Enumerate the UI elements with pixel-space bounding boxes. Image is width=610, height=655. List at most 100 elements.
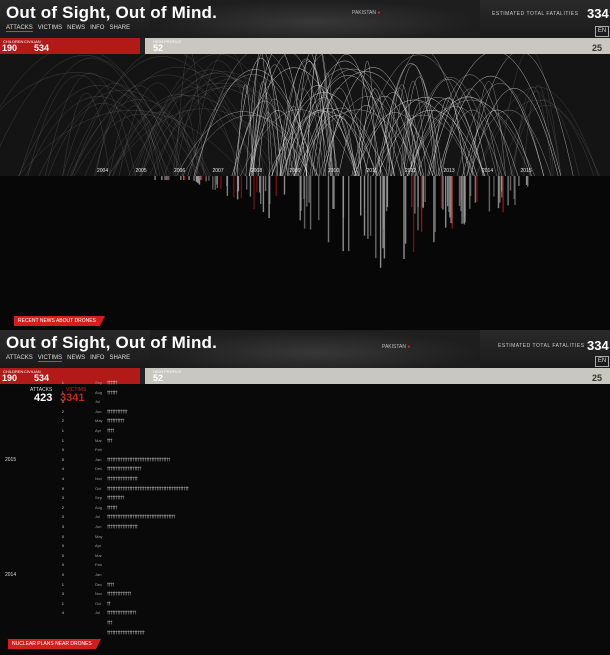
attack-bar[interactable] <box>502 176 504 213</box>
victim-month-row[interactable]: 2 Jun †††††††††††† <box>0 409 610 415</box>
nav-share[interactable]: SHARE <box>109 355 130 362</box>
attack-bar[interactable] <box>327 176 330 243</box>
nav-share[interactable]: SHARE <box>109 25 130 32</box>
victim-month-row[interactable]: 0 Mar <box>0 553 610 559</box>
nav-news[interactable]: NEWS <box>67 25 85 32</box>
attack-bar[interactable] <box>379 176 382 268</box>
attack-bar[interactable] <box>212 176 214 190</box>
victim-month-row[interactable]: 0 May <box>0 534 610 540</box>
attack-bar[interactable] <box>161 176 163 180</box>
attack-bar[interactable] <box>451 176 453 229</box>
attack-bar[interactable] <box>424 176 426 202</box>
attack-bar[interactable] <box>449 176 451 218</box>
victim-month-row[interactable]: 2014 0 Jan <box>0 572 610 578</box>
victim-month-row[interactable]: 2015 5 Jan ††††††††††††††††††††††††††††††††… <box>0 457 610 463</box>
victim-month-row[interactable]: 1 Sep †††††† <box>0 380 610 386</box>
attack-bar[interactable] <box>460 176 462 212</box>
victim-month-row[interactable]: 1 Apr †††† <box>0 428 610 434</box>
attack-bar[interactable] <box>216 176 219 188</box>
attack-bar[interactable] <box>253 176 255 209</box>
attack-bar[interactable] <box>367 176 369 239</box>
attack-bar[interactable] <box>264 176 267 192</box>
victim-month-row[interactable]: 0 Jul <box>0 399 610 405</box>
attack-bar[interactable] <box>214 176 216 190</box>
attack-bar[interactable] <box>240 176 243 198</box>
victim-month-row[interactable]: 4 Dec †††††††††††††††††††† <box>0 466 610 472</box>
attack-bar[interactable] <box>525 176 528 185</box>
attack-bar[interactable] <box>342 176 345 218</box>
victim-month-row[interactable]: 3 Sep †††††††††† <box>0 495 610 501</box>
attack-bar[interactable] <box>403 176 405 259</box>
victim-month-row[interactable]: 1 Oct †† <box>0 601 610 607</box>
attack-bar[interactable] <box>476 176 478 202</box>
attack-bar[interactable] <box>501 176 503 198</box>
attack-bar[interactable] <box>474 176 477 203</box>
attack-bar[interactable] <box>249 176 252 197</box>
attack-bar[interactable] <box>383 176 386 259</box>
victim-month-row[interactable]: 0 Feb <box>0 447 610 453</box>
victim-month-row[interactable]: 4 Jul ††††††††††††††††† <box>0 610 610 616</box>
victim-month-row[interactable]: 3 Jul ††††††††††††††††††††††††††††††††††††… <box>0 514 610 520</box>
attack-bar[interactable] <box>233 176 235 198</box>
attack-bar[interactable] <box>308 176 310 203</box>
nav-victims[interactable]: VICTIMS <box>37 355 63 362</box>
nav-attacks[interactable]: ATTACKS <box>6 355 33 362</box>
attack-bar[interactable] <box>260 176 262 204</box>
victim-month-row[interactable]: 3 Nov †††††††††††††† <box>0 591 610 597</box>
attack-bar[interactable] <box>518 176 520 186</box>
attack-bar[interactable] <box>275 176 277 196</box>
attack-bar[interactable] <box>360 176 362 216</box>
attack-bar[interactable] <box>208 176 210 181</box>
attack-bar[interactable] <box>499 176 501 203</box>
attack-bar[interactable] <box>488 176 491 212</box>
attack-bar[interactable] <box>414 176 416 214</box>
attack-bar[interactable] <box>421 176 423 211</box>
attack-bar[interactable] <box>412 176 415 252</box>
attack-bar[interactable] <box>375 176 377 259</box>
nav-news[interactable]: NEWS <box>67 355 85 362</box>
victim-month-row[interactable]: 4 Nov †††††††††††††††††† <box>0 476 610 482</box>
attack-bar[interactable] <box>509 176 512 191</box>
attack-bar[interactable] <box>188 176 190 180</box>
attack-bar[interactable] <box>193 176 195 181</box>
attack-bar[interactable] <box>226 176 229 196</box>
attack-bar[interactable] <box>348 176 350 251</box>
attack-bar[interactable] <box>433 176 435 243</box>
nuclear-plans-tab[interactable]: NUCLEAR PLANS NEAR DRONES <box>8 639 101 649</box>
attack-bar[interactable] <box>300 176 302 211</box>
attack-bar[interactable] <box>458 176 461 206</box>
attack-bar[interactable] <box>469 176 471 209</box>
attack-bar[interactable] <box>237 176 240 192</box>
attack-bar[interactable] <box>440 176 443 208</box>
attack-bar[interactable] <box>464 176 466 216</box>
victim-month-row[interactable]: 3 Jun †††††††††††††††††† <box>0 524 610 530</box>
attack-bar[interactable] <box>404 176 407 244</box>
victim-month-row[interactable]: 1 Aug †††††† <box>0 390 610 396</box>
attack-bar[interactable] <box>422 176 424 208</box>
attack-bar[interactable] <box>166 176 168 180</box>
recent-news-tab[interactable]: RECENT NEWS ABOUT DRONES <box>14 316 105 326</box>
attack-bar[interactable] <box>168 176 170 180</box>
attack-bar[interactable] <box>513 176 515 199</box>
attack-bar[interactable] <box>262 176 265 213</box>
attack-bar[interactable] <box>256 176 258 193</box>
nav-info[interactable]: INFO <box>90 25 104 32</box>
victim-month-row[interactable]: 9 Oct ††††††††††††††††††††††††††††††††††††… <box>0 486 610 492</box>
attack-bar[interactable] <box>442 176 444 210</box>
attack-bar[interactable] <box>205 176 207 182</box>
attack-bar[interactable] <box>309 176 312 230</box>
victim-month-row[interactable]: 1 Dec †††† <box>0 582 610 588</box>
victim-month-row[interactable]: 0 Feb <box>0 562 610 568</box>
language-button[interactable]: EN <box>595 26 609 37</box>
attack-bar[interactable] <box>196 176 198 181</box>
nav-attacks[interactable]: ATTACKS <box>6 25 33 32</box>
attack-bar[interactable] <box>303 176 306 229</box>
attack-bar[interactable] <box>369 176 372 236</box>
attack-bar[interactable] <box>318 176 320 221</box>
victim-month-row[interactable]: †††††††††††††††††††††† <box>0 630 610 636</box>
victim-month-row[interactable]: 2 Aug †††††† <box>0 505 610 511</box>
attack-bar[interactable] <box>268 176 270 219</box>
attack-bar[interactable] <box>363 176 366 236</box>
attack-bar[interactable] <box>497 176 500 209</box>
attack-bar[interactable] <box>184 176 186 180</box>
